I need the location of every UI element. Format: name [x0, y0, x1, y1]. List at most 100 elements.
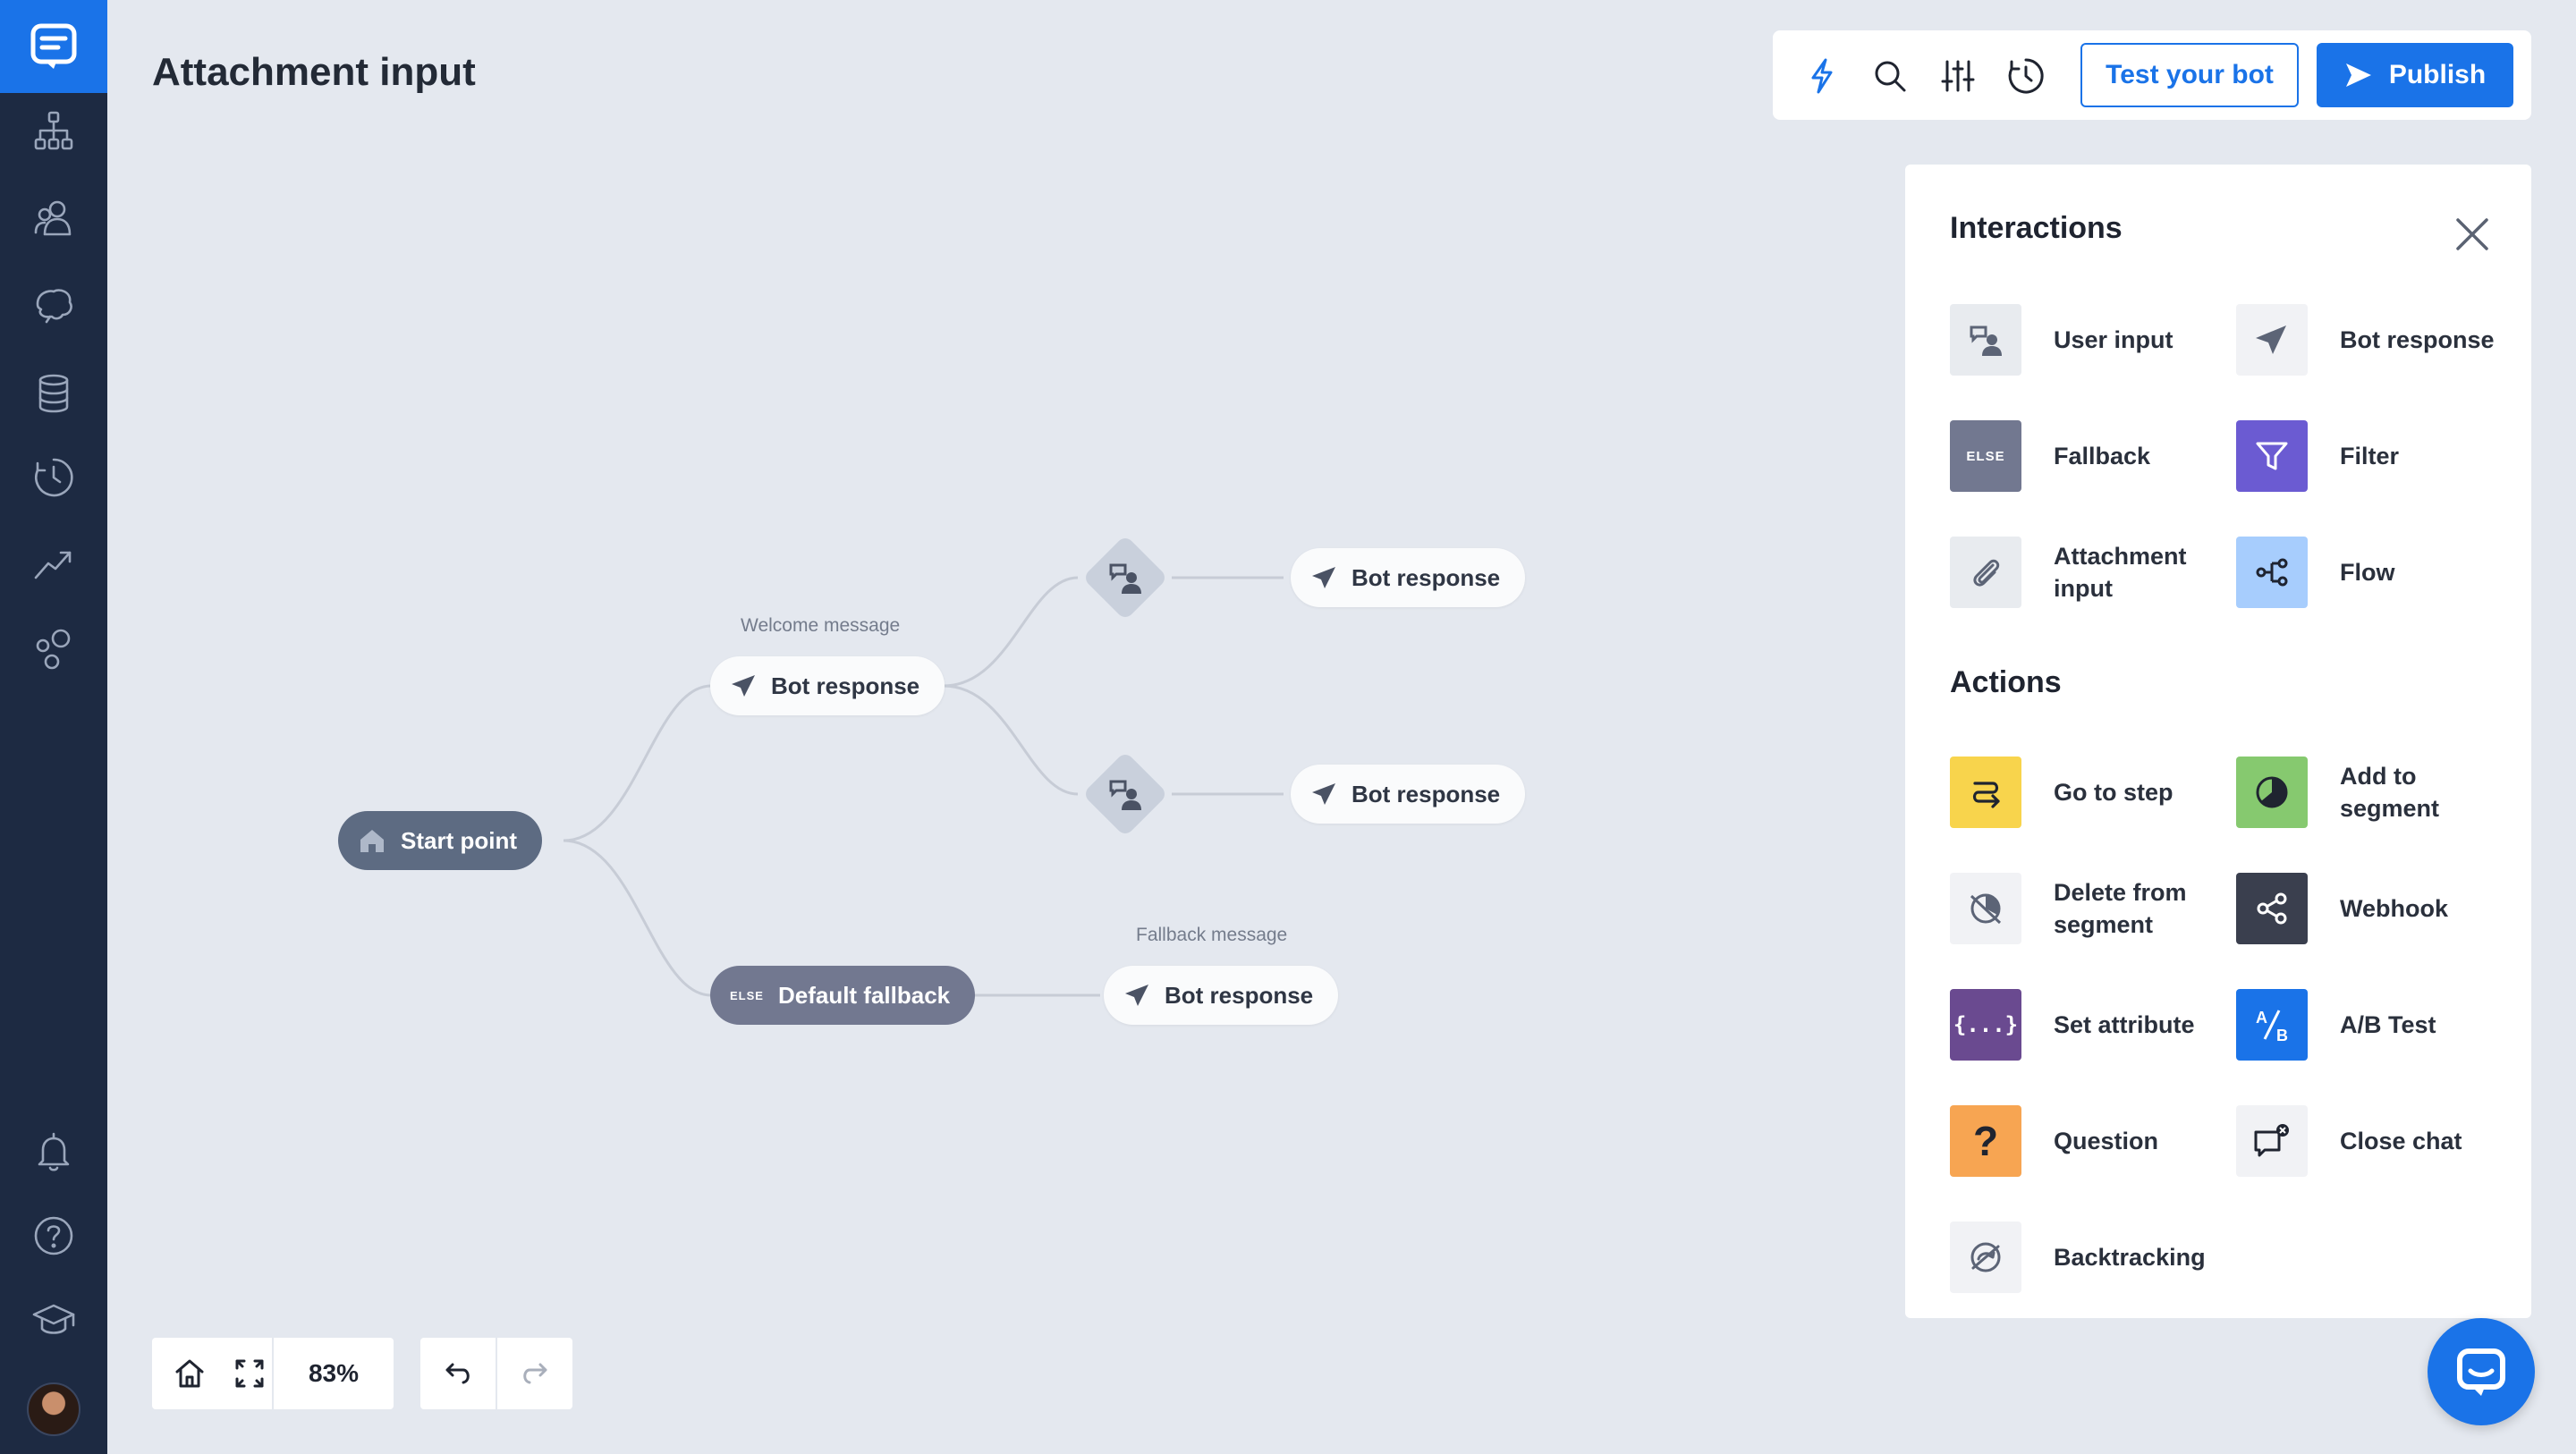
chat-bubble-icon	[2457, 1348, 2505, 1396]
welcome-bot-response-label: Bot response	[771, 672, 920, 699]
fallback-bot-response-node[interactable]: Bot response	[1104, 966, 1339, 1025]
history-controls	[420, 1338, 572, 1409]
tile-label: Fallback	[2054, 443, 2151, 469]
action-set-attribute[interactable]: {...} Set attribute	[1950, 989, 2224, 1061]
publish-label: Publish	[2388, 60, 2487, 89]
tile-label: Bot response	[2340, 326, 2495, 353]
interactions-panel: Interactions User input Bot response ELS…	[1905, 165, 2531, 1318]
svg-text:A: A	[2256, 1009, 2267, 1027]
redo-icon[interactable]	[497, 1338, 572, 1409]
action-webhook[interactable]: Webhook	[2236, 873, 2510, 944]
avatar[interactable]	[27, 1382, 80, 1436]
welcome-bot-response-node[interactable]: Bot response	[710, 656, 945, 715]
action-delete-from-segment[interactable]: Delete from segment	[1950, 873, 2224, 944]
fallback-bot-response-label: Bot response	[1165, 981, 1314, 1009]
test-your-bot-button[interactable]: Test your bot	[2080, 43, 2299, 107]
action-close-chat[interactable]: Close chat	[2236, 1105, 2510, 1177]
send-icon	[732, 675, 755, 697]
users-icon[interactable]	[0, 182, 107, 254]
integrations-icon[interactable]	[0, 613, 107, 685]
flow-icon	[2236, 537, 2308, 608]
filter-icon	[2236, 420, 2308, 492]
attribute-braces-icon: {...}	[1950, 989, 2021, 1061]
user-input-icon	[1102, 771, 1148, 817]
sitemap-icon[interactable]	[0, 95, 107, 166]
action-add-to-segment[interactable]: Add to segment	[2236, 757, 2510, 828]
start-point-node[interactable]: Start point	[338, 811, 542, 870]
interaction-attachment-input[interactable]: Attachment input	[1950, 537, 2224, 608]
interaction-filter[interactable]: Filter	[2236, 420, 2510, 492]
start-point-label: Start point	[401, 826, 517, 854]
branch-bottom-bot-response-node[interactable]: Bot response	[1291, 765, 1526, 824]
webhook-share-icon	[2236, 873, 2308, 944]
undo-icon[interactable]	[420, 1338, 496, 1409]
tile-label: Add to segment	[2340, 763, 2440, 822]
sidebar	[0, 0, 107, 1454]
tile-label: Question	[2054, 1128, 2159, 1154]
reports-trend-icon[interactable]	[0, 528, 107, 599]
tile-label: Backtracking	[2054, 1244, 2206, 1271]
interaction-bot-response[interactable]: Bot response	[2236, 304, 2510, 376]
go-to-step-icon	[1950, 757, 2021, 828]
interaction-flow[interactable]: Flow	[2236, 537, 2510, 608]
send-icon	[1125, 985, 1148, 1006]
interaction-fallback[interactable]: ELSE Fallback	[1950, 420, 2224, 492]
interaction-user-input[interactable]: User input	[1950, 304, 2224, 376]
ab-test-icon: AB	[2236, 989, 2308, 1061]
branch-bottom-bot-response-label: Bot response	[1352, 780, 1501, 807]
fit-screen-icon[interactable]	[227, 1338, 272, 1409]
else-tag: ELSE	[730, 988, 764, 1002]
segment-pie-icon	[2236, 757, 2308, 828]
default-fallback-label: Default fallback	[777, 981, 951, 1009]
history-icon[interactable]	[0, 442, 107, 513]
notifications-bell-icon[interactable]	[0, 1116, 107, 1188]
user-input-icon	[1102, 554, 1148, 601]
user-input-icon	[1950, 304, 2021, 376]
publish-button[interactable]: Publish	[2317, 43, 2513, 107]
history-icon[interactable]	[2005, 55, 2046, 97]
brain-training-icon[interactable]	[0, 270, 107, 342]
branch-top-bot-response-label: Bot response	[1352, 563, 1501, 591]
help-icon[interactable]	[0, 1200, 107, 1272]
home-icon	[360, 830, 384, 852]
action-ab-test[interactable]: AB A/B Test	[2236, 989, 2510, 1061]
tile-label: Filter	[2340, 443, 2400, 469]
home-icon[interactable]	[152, 1338, 227, 1409]
tile-label: Flow	[2340, 559, 2395, 586]
backtracking-icon	[1950, 1222, 2021, 1293]
default-fallback-node[interactable]: ELSE Default fallback	[710, 966, 976, 1025]
tile-label: User input	[2054, 326, 2174, 353]
delete-segment-icon	[1950, 873, 2021, 944]
interactions-heading: Interactions	[1950, 211, 2123, 245]
zoom-level[interactable]: 83%	[274, 1338, 394, 1409]
tile-label: Go to step	[2054, 779, 2174, 806]
paperclip-icon	[1950, 537, 2021, 608]
send-icon	[2345, 63, 2371, 87]
else-icon: ELSE	[1950, 420, 2021, 492]
close-icon[interactable]	[2453, 215, 2492, 254]
flow-edges	[563, 576, 1284, 997]
tile-label: A/B Test	[2340, 1011, 2436, 1038]
tile-label: Set attribute	[2054, 1011, 2195, 1038]
action-go-to-step[interactable]: Go to step	[1950, 757, 2224, 828]
chat-widget-button[interactable]	[2428, 1318, 2535, 1425]
tile-label: Close chat	[2340, 1128, 2462, 1154]
database-icon[interactable]	[0, 358, 107, 429]
send-icon	[1312, 567, 1335, 588]
actions-heading: Actions	[1950, 665, 2062, 699]
flow-canvas[interactable]: Start point Welcome message Bot response…	[107, 0, 1896, 1454]
tile-label: Webhook	[2340, 895, 2448, 922]
action-question[interactable]: ? Question	[1950, 1105, 2224, 1177]
branch-top-bot-response-node[interactable]: Bot response	[1291, 548, 1526, 607]
send-icon	[2236, 304, 2308, 376]
settings-sliders-icon[interactable]	[1937, 55, 1979, 97]
action-backtracking[interactable]: Backtracking	[1950, 1222, 2224, 1293]
fallback-message-label: Fallback message	[1136, 925, 1288, 945]
chatbot-logo-icon[interactable]	[0, 0, 107, 93]
academy-icon[interactable]	[0, 1284, 107, 1356]
send-icon	[1312, 783, 1335, 805]
welcome-message-label: Welcome message	[741, 615, 901, 636]
question-mark-icon: ?	[1950, 1105, 2021, 1177]
close-chat-icon	[2236, 1105, 2308, 1177]
tile-label: Attachment input	[2054, 543, 2187, 602]
